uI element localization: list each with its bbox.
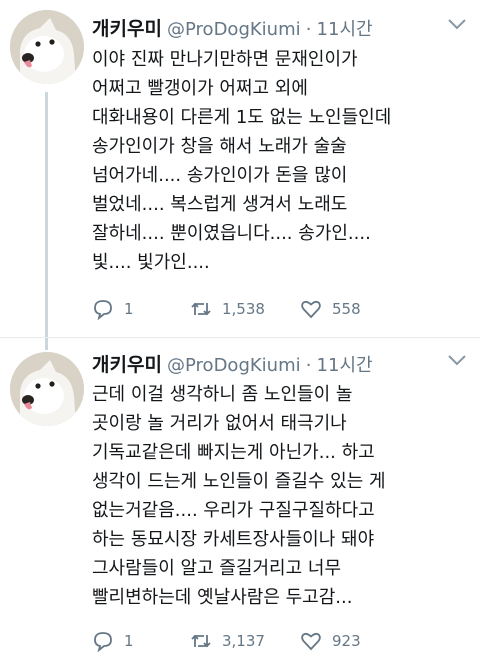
avatar[interactable] bbox=[10, 10, 84, 84]
retweet-button[interactable]: 3,137 bbox=[190, 628, 265, 654]
author-name[interactable]: 개키우미 bbox=[92, 354, 162, 376]
thread-line bbox=[45, 92, 48, 338]
like-count: 923 bbox=[332, 632, 361, 650]
separator-dot: · bbox=[305, 19, 312, 40]
like-count: 558 bbox=[332, 300, 361, 318]
separator-dot: · bbox=[305, 355, 312, 376]
thread-line bbox=[45, 338, 48, 350]
like-button[interactable]: 558 bbox=[300, 296, 361, 322]
retweet-count: 3,137 bbox=[222, 632, 265, 650]
reply-button[interactable]: 1 bbox=[92, 296, 134, 322]
avatar[interactable] bbox=[10, 352, 84, 426]
tweet-text: 이야 진짜 만나기만하면 문재인이가 어쩌고 빨갱이가 어쩌고 외에 대화내용이… bbox=[92, 49, 392, 273]
author-handle[interactable]: @ProDogKiumi bbox=[167, 355, 301, 376]
timestamp[interactable]: 11시간 bbox=[317, 19, 373, 40]
author-name[interactable]: 개키우미 bbox=[92, 18, 162, 40]
retweet-button[interactable]: 1,538 bbox=[190, 296, 265, 322]
tweet[interactable]: 개키우미 @ProDogKiumi · 11시간 근데 이걸 생각하니 좀 노인… bbox=[0, 338, 480, 668]
reply-icon bbox=[94, 632, 112, 652]
reply-count: 1 bbox=[124, 632, 134, 650]
tweet-header: 개키우미 @ProDogKiumi · 11시간 bbox=[92, 14, 468, 40]
author-handle[interactable]: @ProDogKiumi bbox=[167, 19, 301, 40]
heart-icon bbox=[301, 300, 321, 319]
heart-icon bbox=[301, 632, 321, 651]
tweet-actions: 1 1,538 558 bbox=[92, 296, 472, 322]
chevron-down-icon[interactable] bbox=[446, 352, 468, 368]
tweet-header: 개키우미 @ProDogKiumi · 11시간 bbox=[92, 350, 468, 376]
reply-icon bbox=[94, 300, 112, 320]
retweet-count: 1,538 bbox=[222, 300, 265, 318]
tweet[interactable]: 개키우미 @ProDogKiumi · 11시간 이야 진짜 만나기만하면 문재… bbox=[0, 0, 480, 338]
reply-button[interactable]: 1 bbox=[92, 628, 134, 654]
chevron-down-icon[interactable] bbox=[446, 16, 468, 32]
tweet-actions: 1 3,137 923 bbox=[92, 628, 472, 654]
reply-count: 1 bbox=[124, 300, 134, 318]
white-dog-avatar bbox=[10, 10, 84, 84]
white-dog-avatar bbox=[10, 352, 84, 426]
timestamp[interactable]: 11시간 bbox=[317, 355, 373, 376]
retweet-icon bbox=[191, 302, 211, 316]
like-button[interactable]: 923 bbox=[300, 628, 361, 654]
retweet-icon bbox=[191, 634, 211, 648]
tweet-text: 근데 이걸 생각하니 좀 노인들이 놀 곳이랑 놀 거리가 없어서 태극기나 기… bbox=[92, 384, 386, 608]
